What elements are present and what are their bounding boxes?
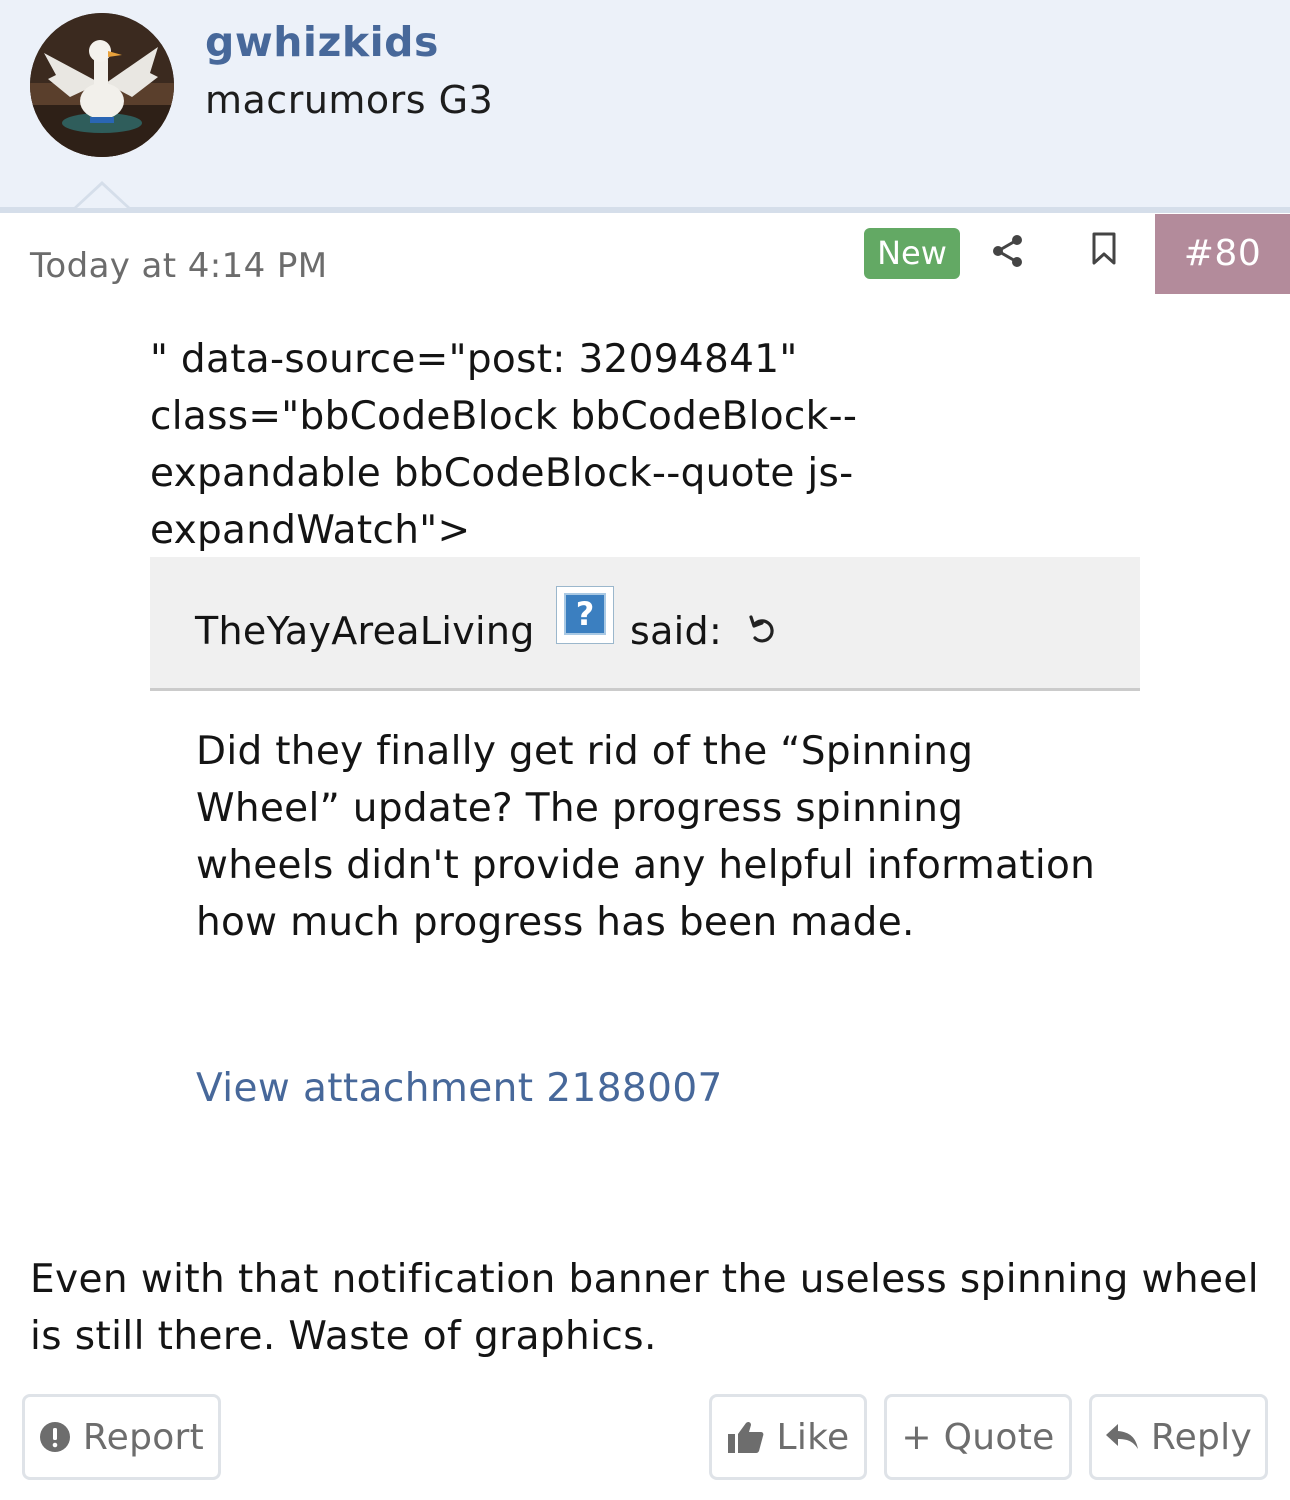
- reply-label: Reply: [1150, 1416, 1253, 1458]
- exclamation-circle-icon: [39, 1421, 71, 1453]
- quote-body-text: Did they finally get rid of the “Spinnin…: [196, 729, 1096, 945]
- missing-image-icon: ?: [556, 586, 614, 644]
- share-icon: [991, 233, 1025, 273]
- undo-arrow-icon[interactable]: [745, 613, 779, 647]
- reply-arrow-icon: [1105, 1423, 1139, 1451]
- quote-button[interactable]: + Quote: [884, 1394, 1072, 1480]
- header-divider: [0, 207, 1290, 213]
- user-avatar[interactable]: [30, 13, 174, 157]
- raw-line: expandWatch">: [150, 508, 471, 553]
- bookmark-button[interactable]: [1086, 231, 1122, 271]
- user-title: macrumors G3: [205, 78, 494, 122]
- reply-button[interactable]: Reply: [1089, 1394, 1268, 1480]
- post-body-text: Even with that notification banner the u…: [30, 1257, 1259, 1359]
- quote-said-label: said:: [630, 609, 723, 653]
- report-button[interactable]: Report: [22, 1394, 221, 1480]
- raw-line: class="bbCodeBlock bbCodeBlock--: [150, 394, 858, 439]
- quote-label: + Quote: [901, 1416, 1055, 1458]
- header-pointer-fill: [77, 185, 127, 208]
- post-date-link[interactable]: Today at 4:14 PM: [30, 246, 328, 286]
- bookmark-icon: [1092, 232, 1116, 270]
- quote-author-link[interactable]: TheYayAreaLiving: [195, 609, 535, 653]
- quote-title-bar: TheYayAreaLiving ? said:: [150, 557, 1140, 691]
- thumbs-up-icon: [727, 1420, 765, 1454]
- raw-line: " data-source="post: 32094841": [150, 337, 798, 382]
- post-number-link[interactable]: #80: [1155, 214, 1290, 294]
- like-label: Like: [776, 1416, 850, 1458]
- view-attachment-link[interactable]: View attachment 2188007: [196, 1066, 723, 1111]
- missing-image-glyph: ?: [564, 593, 606, 635]
- share-button[interactable]: [988, 231, 1028, 275]
- message-user-header: gwhizkids macrumors G3: [0, 0, 1290, 207]
- report-label: Report: [82, 1416, 205, 1458]
- username-link[interactable]: gwhizkids: [205, 18, 439, 66]
- raw-markup-text: " data-source="post: 32094841" class="bb…: [150, 331, 1090, 559]
- like-button[interactable]: Like: [709, 1394, 867, 1480]
- new-badge: New: [864, 228, 960, 279]
- raw-line: expandable bbCodeBlock--quote js-: [150, 451, 854, 496]
